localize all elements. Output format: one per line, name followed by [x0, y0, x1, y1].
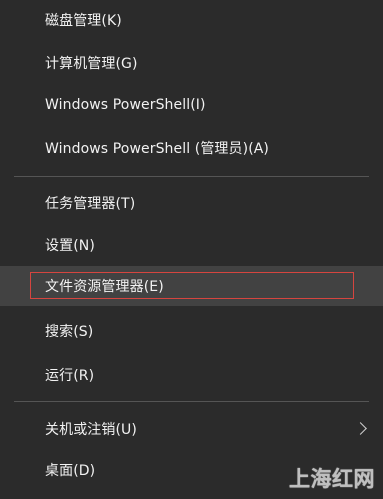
menu-item-computer-management[interactable]: 计算机管理(G)	[0, 43, 383, 83]
menu-item-file-explorer[interactable]: 文件资源管理器(E)	[0, 266, 383, 306]
menu-item-windows-powershell-admin[interactable]: Windows PowerShell (管理员)(A)	[0, 128, 383, 168]
menu-item-disk-management[interactable]: 磁盘管理(K)	[0, 0, 383, 40]
menu-item-label: Windows PowerShell(I)	[45, 97, 206, 113]
menu-item-label: 任务管理器(T)	[45, 196, 136, 212]
menu-item-settings[interactable]: 设置(N)	[0, 225, 383, 265]
watermark-logo: 上海红网	[289, 467, 375, 491]
menu-item-windows-powershell[interactable]: Windows PowerShell(I)	[0, 85, 383, 125]
menu-item-label: 磁盘管理(K)	[45, 13, 122, 29]
menu-item-search[interactable]: 搜索(S)	[0, 311, 383, 351]
winx-context-menu: 磁盘管理(K) 计算机管理(G) Windows PowerShell(I) W…	[0, 0, 383, 499]
menu-item-label: Windows PowerShell (管理员)(A)	[45, 141, 269, 157]
menu-item-shutdown-signout[interactable]: 关机或注销(U)	[0, 409, 383, 449]
menu-item-run[interactable]: 运行(R)	[0, 355, 383, 395]
menu-item-label: 文件资源管理器(E)	[45, 279, 164, 295]
chevron-right-icon	[354, 422, 367, 435]
menu-item-task-manager[interactable]: 任务管理器(T)	[0, 183, 383, 223]
menu-item-label: 运行(R)	[45, 368, 95, 384]
menu-item-label: 计算机管理(G)	[45, 56, 138, 72]
menu-item-label: 桌面(D)	[45, 463, 96, 479]
menu-separator	[14, 401, 369, 402]
menu-item-label: 关机或注销(U)	[45, 422, 137, 438]
menu-separator	[14, 176, 369, 177]
menu-item-label: 设置(N)	[45, 238, 95, 254]
menu-item-label: 搜索(S)	[45, 324, 94, 340]
